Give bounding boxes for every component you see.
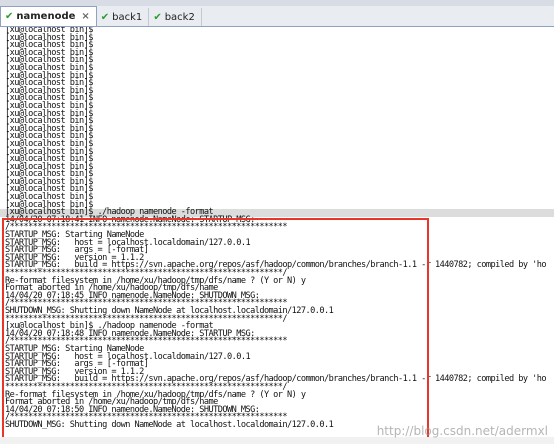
hadoop-format-output: [xu@localhost bin]$ ./hadoop namenode -f… (0, 208, 554, 429)
status-strip (0, 437, 554, 444)
tab-back1[interactable]: ✔ back1 (97, 8, 150, 26)
tab-back2[interactable]: ✔ back2 (149, 8, 202, 26)
prompt-history: [xu@localhost bin]$ [xu@localhost bin]$ [x… (0, 27, 554, 209)
session-tab-bar: ✔ namenode × ✔ back1 ✔ back2 (0, 6, 554, 27)
watermark: http://blog.csdn.net/adermxl (376, 424, 548, 438)
tab-label: namenode (16, 11, 76, 22)
check-icon: ✔ (5, 11, 14, 22)
tab-label: back1 (112, 11, 143, 23)
tab-label: back2 (164, 11, 195, 23)
terminal-output[interactable]: [xu@localhost bin]$ [xu@localhost bin]$ [x… (0, 27, 554, 437)
close-icon[interactable]: × (81, 11, 89, 22)
check-icon: ✔ (153, 11, 162, 23)
check-icon: ✔ (100, 11, 110, 23)
tab-namenode[interactable]: ✔ namenode × (0, 6, 97, 26)
